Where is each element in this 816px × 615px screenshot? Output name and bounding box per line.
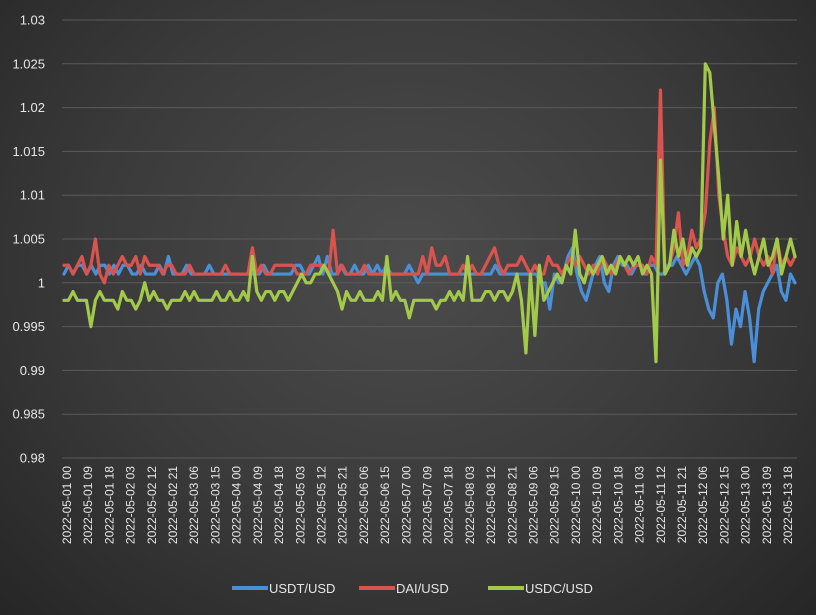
y-tick-label: 1 — [38, 275, 45, 290]
x-tick-label: 2022-05-09 06 — [527, 466, 541, 544]
x-tick-label: 2022-05-02 03 — [124, 466, 138, 544]
y-axis-tick-labels: 1.03 1.025 1.02 1.015 1.01 1.005 1 0.995 0.99 0.9… — [12, 13, 45, 466]
y-tick-label: 0.995 — [12, 319, 45, 334]
x-tick-label: 2022-05-07 00 — [399, 466, 413, 544]
x-tick-label: 2022-05-13 09 — [760, 466, 774, 544]
y-tick-label: 1.015 — [12, 144, 45, 159]
x-tick-label: 2022-05-03 06 — [187, 466, 201, 544]
y-tick-label: 0.99 — [20, 363, 45, 378]
x-tick-label: 2022-05-12 15 — [717, 466, 731, 544]
y-tick-label: 0.985 — [12, 407, 45, 422]
x-tick-label: 2022-05-06 06 — [357, 466, 371, 544]
x-tick-label: 2022-05-10 18 — [611, 466, 625, 544]
y-tick-label: 0.98 — [20, 451, 45, 466]
x-tick-label: 2022-05-08 12 — [484, 466, 498, 544]
series-lines — [62, 62, 797, 364]
x-tick-label: 2022-05-06 15 — [378, 466, 392, 544]
legend: USDT/USD DAI/USD USDC/USD — [232, 581, 593, 596]
x-tick-label: 2022-05-08 21 — [505, 466, 519, 544]
x-tick-label: 2022-05-03 15 — [208, 466, 222, 544]
x-tick-label: 2022-05-11 21 — [675, 466, 689, 544]
y-tick-label: 1.01 — [20, 188, 45, 203]
y-tick-label: 1.005 — [12, 232, 45, 247]
x-tick-label: 2022-05-01 09 — [81, 466, 95, 544]
x-tick-label: 2022-05-11 12 — [654, 466, 668, 544]
legend-label: USDT/USD — [269, 581, 335, 596]
x-tick-label: 2022-05-02 21 — [166, 466, 180, 544]
x-axis-tick-labels: 2022-05-01 00 2022-05-01 09 2022-05-01 18 2… — [60, 466, 795, 544]
x-tick-label: 2022-05-13 18 — [781, 466, 795, 544]
y-tick-label: 1.025 — [12, 56, 45, 71]
x-tick-label: 2022-05-05 03 — [293, 466, 307, 544]
x-tick-label: 2022-05-01 00 — [60, 466, 74, 544]
x-tick-label: 2022-05-09 15 — [548, 466, 562, 544]
x-tick-label: 2022-05-05 21 — [336, 466, 350, 544]
legend-label: USDC/USD — [525, 581, 593, 596]
x-tick-label: 2022-05-04 09 — [251, 466, 265, 544]
x-tick-label: 2022-05-13 00 — [739, 466, 753, 544]
y-tick-label: 1.02 — [20, 100, 45, 115]
x-tick-label: 2022-05-10 00 — [569, 466, 583, 544]
x-tick-label: 2022-05-02 12 — [145, 466, 159, 544]
x-tick-label: 2022-05-07 18 — [442, 466, 456, 544]
x-tick-label: 2022-05-01 18 — [102, 466, 116, 544]
x-tick-label: 2022-05-08 03 — [463, 466, 477, 544]
x-tick-label: 2022-05-12 06 — [696, 466, 710, 544]
x-tick-label: 2022-05-04 00 — [230, 466, 244, 544]
legend-label: DAI/USD — [396, 581, 449, 596]
y-tick-label: 1.03 — [20, 13, 45, 28]
x-tick-label: 2022-05-04 18 — [272, 466, 286, 544]
series-line-usdc-usd — [62, 62, 797, 364]
x-tick-label: 2022-05-05 12 — [314, 466, 328, 544]
line-chart: 1.03 1.025 1.02 1.015 1.01 1.005 1 0.995 0.99 0.9… — [12, 13, 797, 596]
gridlines — [62, 19, 797, 459]
x-tick-label: 2022-05-11 03 — [633, 466, 647, 544]
x-tick-label: 2022-05-07 09 — [421, 466, 435, 544]
x-tick-label: 2022-05-10 09 — [590, 466, 604, 544]
